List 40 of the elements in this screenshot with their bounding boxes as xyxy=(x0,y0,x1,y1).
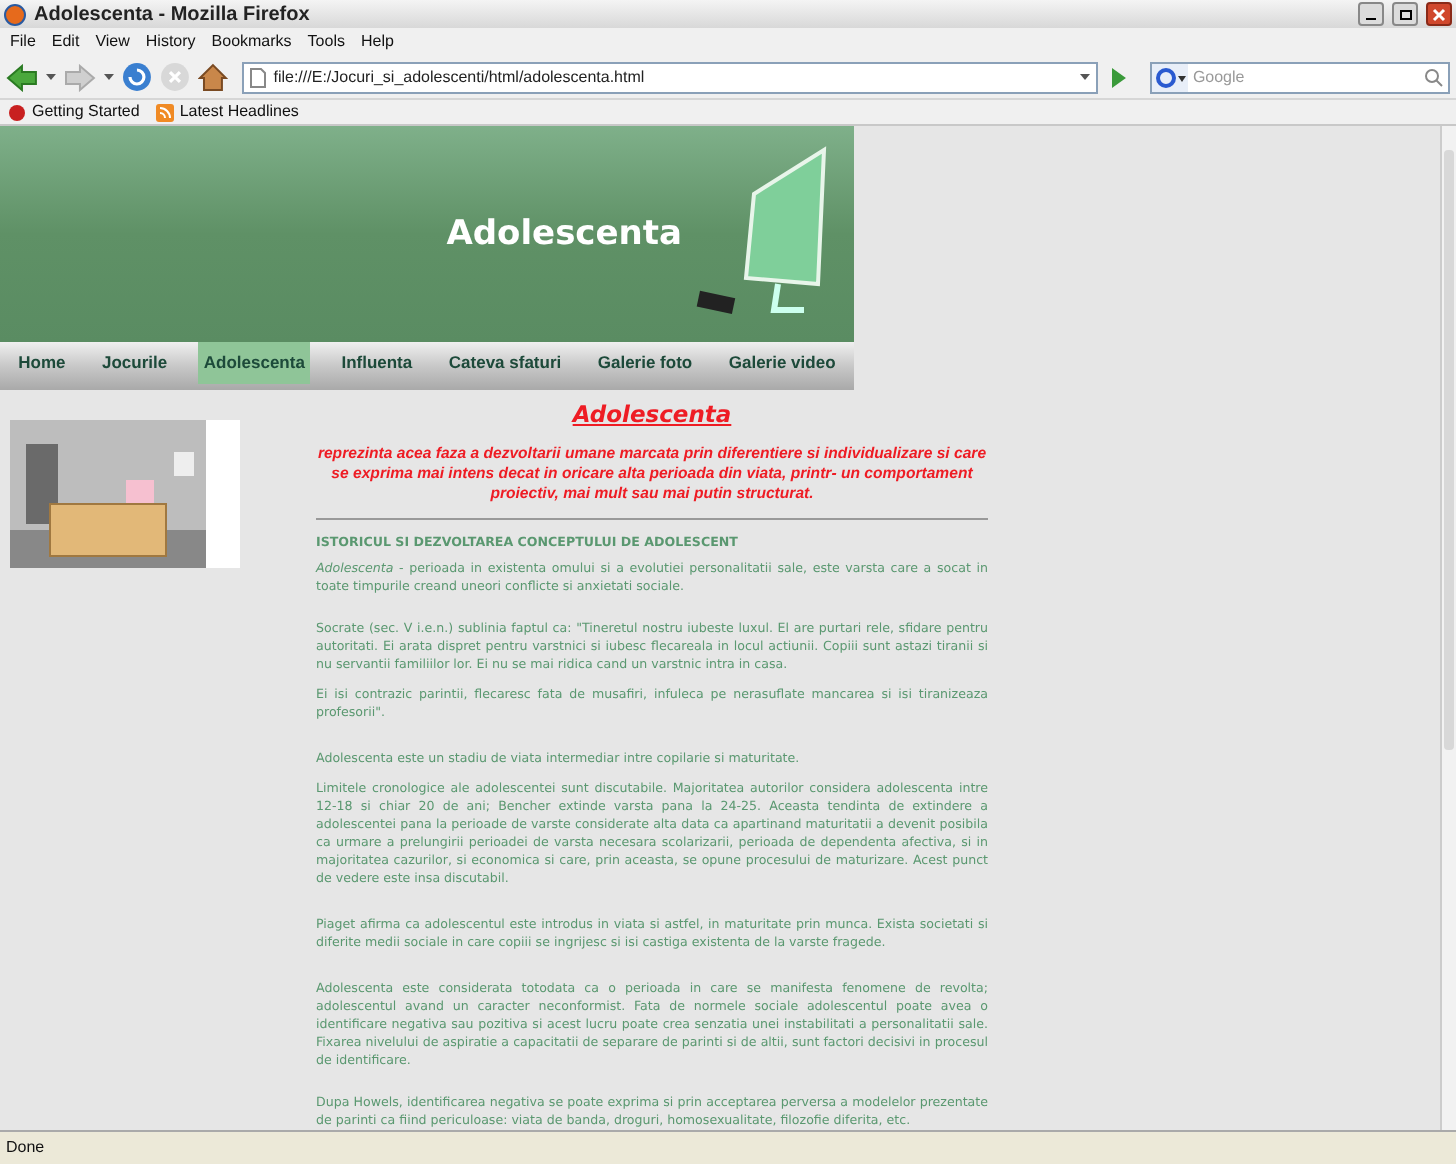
nav-tab[interactable]: Cateva sfaturi xyxy=(442,342,568,385)
feed-icon xyxy=(155,103,174,121)
banner-title: Adolescenta xyxy=(446,212,682,259)
menu-item[interactable]: History xyxy=(139,30,202,54)
dropdown-caret-icon[interactable] xyxy=(45,74,56,80)
bookmark-item[interactable]: Latest Headlines xyxy=(155,100,299,124)
dropdown-caret-icon[interactable] xyxy=(1080,74,1091,80)
back-arrow-icon[interactable] xyxy=(6,63,38,91)
nav-tab[interactable]: Jocurile xyxy=(96,342,174,385)
reload-icon[interactable] xyxy=(121,62,152,92)
menu-item[interactable]: Help xyxy=(354,30,400,54)
nav-tab[interactable]: Adolescenta xyxy=(197,342,311,385)
minimize-button[interactable] xyxy=(1358,2,1384,26)
search-field[interactable]: Google xyxy=(1150,61,1450,93)
status-text: Done xyxy=(6,1136,45,1160)
bookmark-item[interactable]: Getting Started xyxy=(8,100,140,124)
menu-item[interactable]: View xyxy=(89,30,136,54)
dropdown-caret-icon[interactable] xyxy=(103,74,114,80)
close-icon xyxy=(1432,7,1446,21)
menu-item[interactable]: Tools xyxy=(301,30,351,54)
address-field[interactable]: file:///E:/Jocuri_si_adolescenti/html/adolescenta.html xyxy=(241,61,1099,93)
nav-tab[interactable]: Home xyxy=(12,342,72,385)
menu-item[interactable]: Bookmarks xyxy=(205,30,298,54)
nav-tab[interactable]: Influenta xyxy=(335,342,419,385)
close-button[interactable] xyxy=(1426,2,1452,26)
browser-logo-icon xyxy=(4,3,26,25)
go-arrow-icon[interactable] xyxy=(1106,65,1131,89)
window-title: Adolescenta - Mozilla Firefox xyxy=(34,1,312,29)
search-engine-icon[interactable] xyxy=(1152,63,1189,91)
search-input[interactable]: Google xyxy=(1192,65,1420,89)
nav-tab[interactable]: Galerie video xyxy=(722,342,842,385)
menu-item[interactable]: File xyxy=(4,30,42,54)
home-icon[interactable] xyxy=(197,62,228,92)
nav-tab[interactable]: Galerie foto xyxy=(591,342,699,385)
page-icon xyxy=(249,67,266,87)
menu-item[interactable]: Edit xyxy=(45,30,86,54)
search-icon[interactable] xyxy=(1424,67,1444,87)
article-title: Adolescenta xyxy=(572,398,732,433)
maximize-button[interactable] xyxy=(1392,2,1418,26)
bookmark-icon xyxy=(8,103,26,121)
